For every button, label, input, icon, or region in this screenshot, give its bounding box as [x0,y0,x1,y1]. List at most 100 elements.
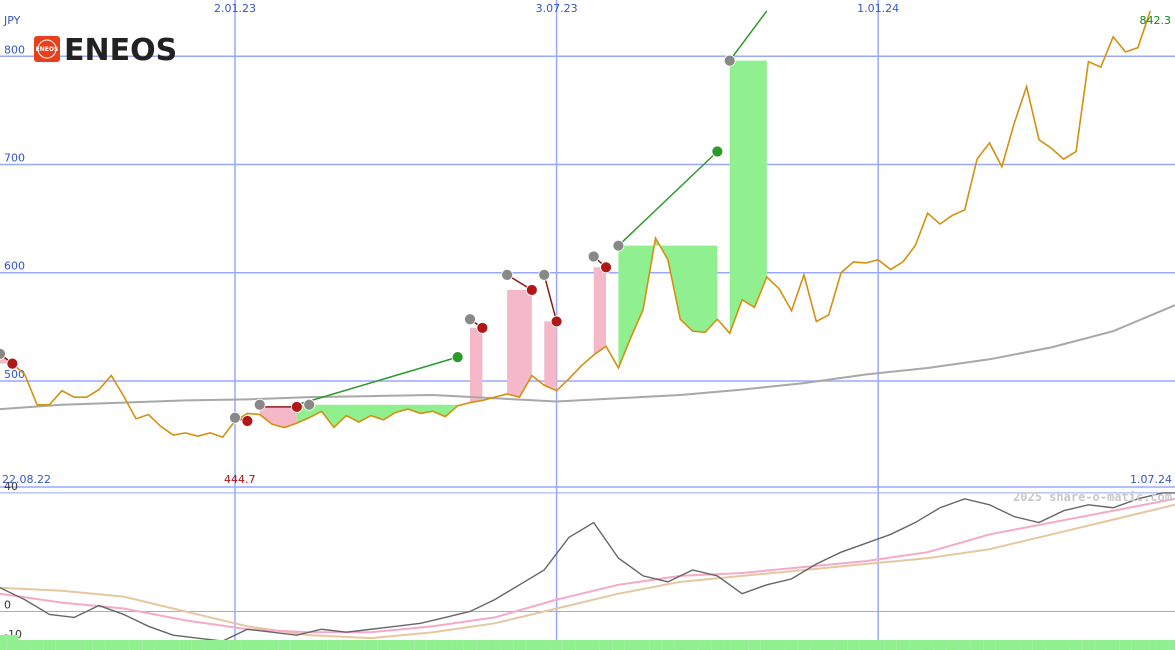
volume-bar [364,640,378,650]
volume-bar [327,640,341,650]
volume-bar [315,640,328,650]
volume-bar [451,640,464,650]
volume-bar [117,640,130,650]
volume-bar [241,640,254,650]
volume-bar [636,640,650,650]
volume-bar [896,640,910,650]
y-tick-label: 700 [4,151,25,164]
volume-bar [290,640,304,650]
volume-bar [18,640,31,650]
moving-average-line [0,304,1175,411]
volume-bar [1008,640,1021,650]
volume-bar [933,640,947,650]
volume-bar [921,640,934,650]
volume-bar [562,640,576,650]
volume-bar [698,640,712,650]
price-series [0,10,1152,439]
volume-bar [253,640,266,650]
volume-bar [191,640,205,650]
start-date-label: 22.08.22 [2,473,51,486]
marker-gray [723,54,736,67]
gain-area [296,404,458,428]
volume-bar [550,640,563,650]
volume-bar [129,640,143,650]
watermark: 2025 share-o-matic.com [1013,490,1172,504]
trend-lines [0,10,768,422]
marker-gray [501,268,514,281]
volume-bar [946,640,959,650]
marker-gray [464,313,476,326]
volume-bar [1069,640,1083,650]
x-tick-label: 2.01.23 [214,2,256,15]
marker-gray [612,239,625,252]
volume-bar [785,640,798,650]
volume-bar [970,640,984,650]
price-line [0,10,1152,439]
volume-bar [204,640,217,650]
logo-badge-text: ENEOS [36,46,59,53]
marker-red [600,261,612,274]
currency-label: JPY [3,14,21,27]
volume-bar [760,640,774,650]
logo: ENEOS ENEOS [34,33,177,68]
volume-bar [80,640,93,650]
volume-bar [352,640,365,650]
volume-bar [154,640,167,650]
volume-bar [711,640,724,650]
volume-bar [278,640,291,650]
volume-bar [575,640,588,650]
volume-bar [1045,640,1058,650]
loss-area [593,267,607,355]
volume-bar [686,640,699,650]
volume-bar [389,640,402,650]
marker-red [476,322,489,334]
volume-bar [661,640,675,650]
volume-bar [500,640,514,650]
volume-bar [822,640,835,650]
volume-bar [525,640,539,650]
volume-bar [587,640,600,650]
volume-bar [463,640,477,650]
volume-bar [1168,640,1175,650]
volume-bar [303,640,316,650]
volume-bar [513,640,526,650]
marker-red [6,357,19,370]
marker-red [525,284,538,296]
price-grid: 500 600 700 800 2.01.23 3.07.23 1.01.24 [0,0,1175,650]
volume-bar [166,640,180,650]
volume-bar [1156,640,1169,650]
volume-bar [797,640,811,650]
trend-fills [0,60,767,428]
volume-bar [439,640,452,650]
volume-bar [340,640,353,650]
x-tick-label: 3.07.23 [536,2,578,15]
volume-bar [909,640,922,650]
volume-bar [30,640,44,650]
volume-bar [735,640,749,650]
volume-bar [674,640,687,650]
volume-bar [958,640,971,650]
volume-bar [538,640,551,650]
volume-bar [859,640,872,650]
end-date-label: 1.07.24 [1130,473,1172,486]
volume-bar [488,640,501,650]
volume-bar [1131,640,1145,650]
volume-bar [105,640,118,650]
volume-bar [401,640,415,650]
volume-bar [179,640,192,650]
volume-bar [0,635,7,650]
oscillator-grid: 400-10 [0,480,1175,642]
volume-bar [216,640,229,650]
volume-bar [55,640,69,650]
volume-bar [1057,640,1070,650]
gain-area [618,238,718,368]
volume-bar [426,640,440,650]
trend-line-up [729,10,768,62]
osc-tick-label: 0 [4,598,11,611]
volume-bar [834,640,848,650]
volume-bar [6,635,19,650]
volume-bar [265,640,279,650]
volume-bar [1144,640,1157,650]
y-tick-label: 500 [4,368,25,381]
volume-bar [612,640,625,650]
